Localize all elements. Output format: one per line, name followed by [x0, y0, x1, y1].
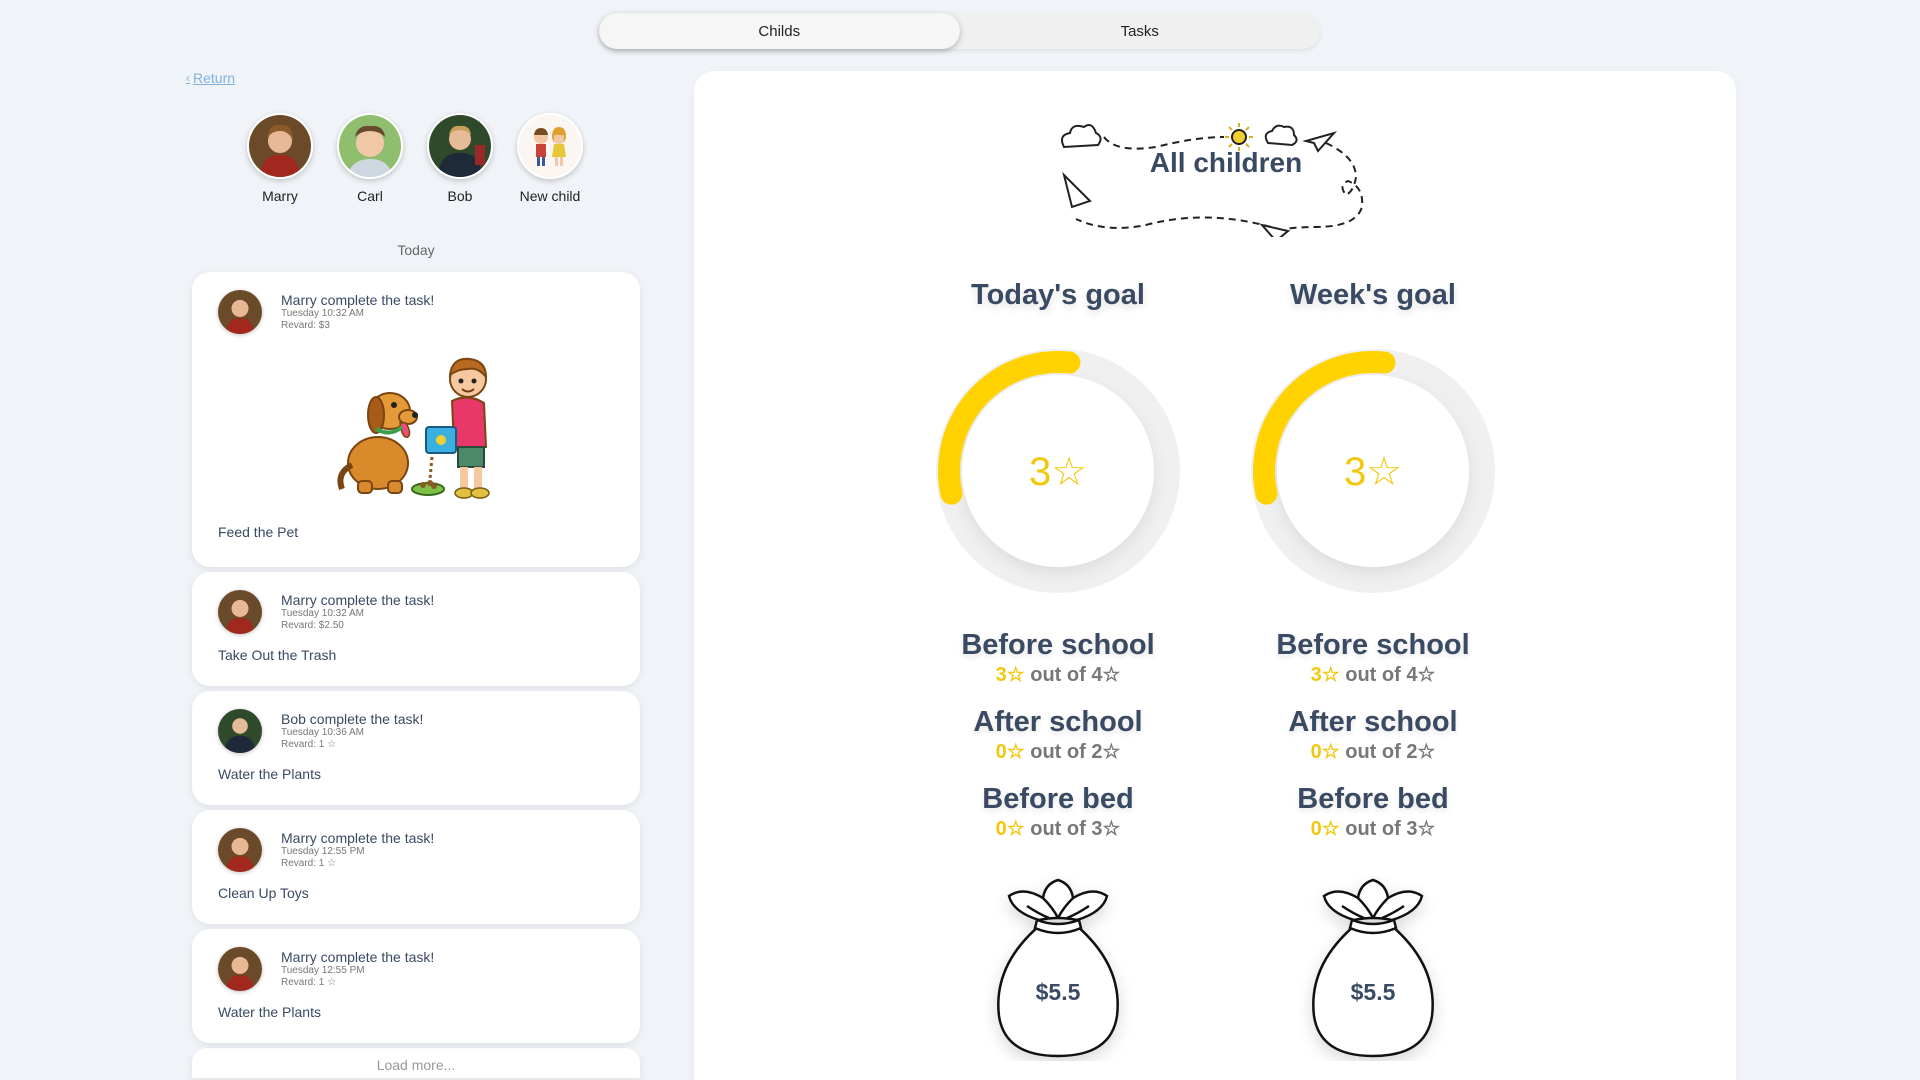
feed-time: Tuesday 10:32 AM	[281, 308, 365, 319]
money-amount: $5.5	[1350, 979, 1396, 1005]
routine-before-bed: Before bed 0☆ out of 3☆	[908, 782, 1208, 842]
feed-message: Marry complete the task!	[281, 830, 435, 846]
new-child-avatar	[517, 113, 583, 179]
feed-message: Marry complete the task!	[281, 292, 435, 308]
routine-name: After school	[973, 706, 1143, 738]
task-name: Feed the Pet	[218, 524, 299, 540]
avatar	[218, 828, 262, 872]
feed-date-heading: Today	[397, 242, 435, 258]
return-label: Return	[193, 70, 236, 86]
routine-earned: 0☆	[1310, 741, 1340, 763]
routine-before-bed: Before bed 0☆ out of 3☆	[1223, 782, 1523, 842]
avatar	[218, 590, 262, 634]
routine-total: out of 2☆	[1339, 741, 1436, 763]
child-carl[interactable]: Carl	[336, 113, 404, 204]
routine-name: Before bed	[982, 783, 1134, 815]
routine-earned: 0☆	[995, 818, 1025, 840]
task-name: Water the Plants	[218, 766, 321, 782]
task-illustration	[328, 353, 498, 508]
tab-tasks[interactable]: Tasks	[960, 13, 1321, 49]
routine-name: Before school	[1276, 629, 1470, 661]
feed-time: Tuesday 12:55 PM	[281, 965, 365, 976]
feed-card[interactable]: Bob complete the task! Tuesday 10:36 AM …	[192, 691, 640, 805]
child-marry[interactable]: Marry	[246, 113, 314, 204]
goal-progress-ring: 3☆	[933, 346, 1183, 596]
routine-total: out of 3☆	[1339, 818, 1436, 840]
feed-card[interactable]: Marry complete the task! Tuesday 12:55 P…	[192, 810, 640, 924]
feed-message: Marry complete the task!	[281, 949, 435, 965]
feed-reward: Revard: 1 ☆	[281, 739, 337, 750]
routine-earned: 3☆	[995, 664, 1025, 686]
avatar	[247, 113, 313, 179]
feed-time: Tuesday 10:32 AM	[281, 608, 365, 619]
routine-total: out of 3☆	[1024, 818, 1121, 840]
routine-before-school: Before school 3☆ out of 4☆	[1223, 628, 1523, 688]
child-new[interactable]: New child	[516, 113, 584, 204]
routine-earned: 0☆	[995, 741, 1025, 763]
routine-total: out of 4☆	[1024, 664, 1121, 686]
routine-earned: 3☆	[1310, 664, 1340, 686]
tab-childs[interactable]: Childs	[599, 13, 960, 49]
avatar	[427, 113, 493, 179]
activity-feed: Marry complete the task! Tuesday 10:32 A…	[192, 272, 640, 1078]
summary-panel: All children Today's goal 3☆ Before scho…	[694, 71, 1736, 1080]
feed-time: Tuesday 12:55 PM	[281, 846, 365, 857]
feed-reward: Revard: 1 ☆	[281, 858, 337, 869]
load-more-button[interactable]: Load more...	[192, 1048, 640, 1078]
today-goal-column: Today's goal 3☆ Before school 3☆ out of …	[908, 279, 1208, 1061]
task-name: Water the Plants	[218, 1004, 321, 1020]
money-bag: $5.5	[1298, 876, 1448, 1061]
chevron-left-icon: ‹	[186, 71, 190, 85]
routine-name: Before school	[961, 629, 1155, 661]
feed-reward: Revard: $3	[281, 320, 330, 331]
children-selector: Marry Carl Bob New child	[246, 113, 584, 204]
week-goal-column: Week's goal 3☆ Before school 3☆ out of 4…	[1223, 279, 1523, 1061]
routine-after-school: After school 0☆ out of 2☆	[908, 705, 1208, 765]
feed-card[interactable]: Marry complete the task! Tuesday 10:32 A…	[192, 272, 640, 567]
feed-message: Marry complete the task!	[281, 592, 435, 608]
avatar	[218, 290, 262, 334]
routine-total: out of 4☆	[1339, 664, 1436, 686]
panel-title: All children	[1149, 147, 1303, 178]
routine-name: After school	[1288, 706, 1458, 738]
avatar	[218, 709, 262, 753]
child-name: Bob	[447, 188, 473, 204]
goal-stars-value: 3☆	[1343, 450, 1403, 494]
avatar	[218, 947, 262, 991]
child-bob[interactable]: Bob	[426, 113, 494, 204]
money-bag: $5.5	[983, 876, 1133, 1061]
feed-message: Bob complete the task!	[281, 711, 424, 727]
feed-card[interactable]: Marry complete the task! Tuesday 10:32 A…	[192, 572, 640, 686]
top-tab-bar: Childs Tasks	[599, 13, 1320, 49]
money-amount: $5.5	[1035, 979, 1081, 1005]
money-bag-icon	[997, 878, 1119, 1058]
child-name: Carl	[357, 188, 383, 204]
routine-earned: 0☆	[1310, 818, 1340, 840]
avatar	[337, 113, 403, 179]
routine-name: Before bed	[1297, 783, 1449, 815]
routine-total: out of 2☆	[1024, 741, 1121, 763]
goal-title: Week's goal	[1290, 279, 1456, 311]
goal-stars-value: 3☆	[1028, 450, 1088, 494]
feed-time: Tuesday 10:36 AM	[281, 727, 365, 738]
routine-before-school: Before school 3☆ out of 4☆	[908, 628, 1208, 688]
money-bag-icon	[1312, 878, 1434, 1058]
child-name: New child	[519, 188, 581, 204]
task-name: Take Out the Trash	[218, 647, 337, 663]
feed-card[interactable]: Marry complete the task! Tuesday 12:55 P…	[192, 929, 640, 1043]
return-link[interactable]: ‹ Return	[186, 70, 235, 86]
goal-title: Today's goal	[971, 279, 1145, 311]
routine-after-school: After school 0☆ out of 2☆	[1223, 705, 1523, 765]
feed-reward: Revard: $2.50	[281, 620, 344, 631]
goal-progress-ring: 3☆	[1248, 346, 1498, 596]
child-name: Marry	[262, 188, 298, 204]
task-name: Clean Up Toys	[218, 885, 309, 901]
feed-reward: Revard: 1 ☆	[281, 977, 337, 988]
